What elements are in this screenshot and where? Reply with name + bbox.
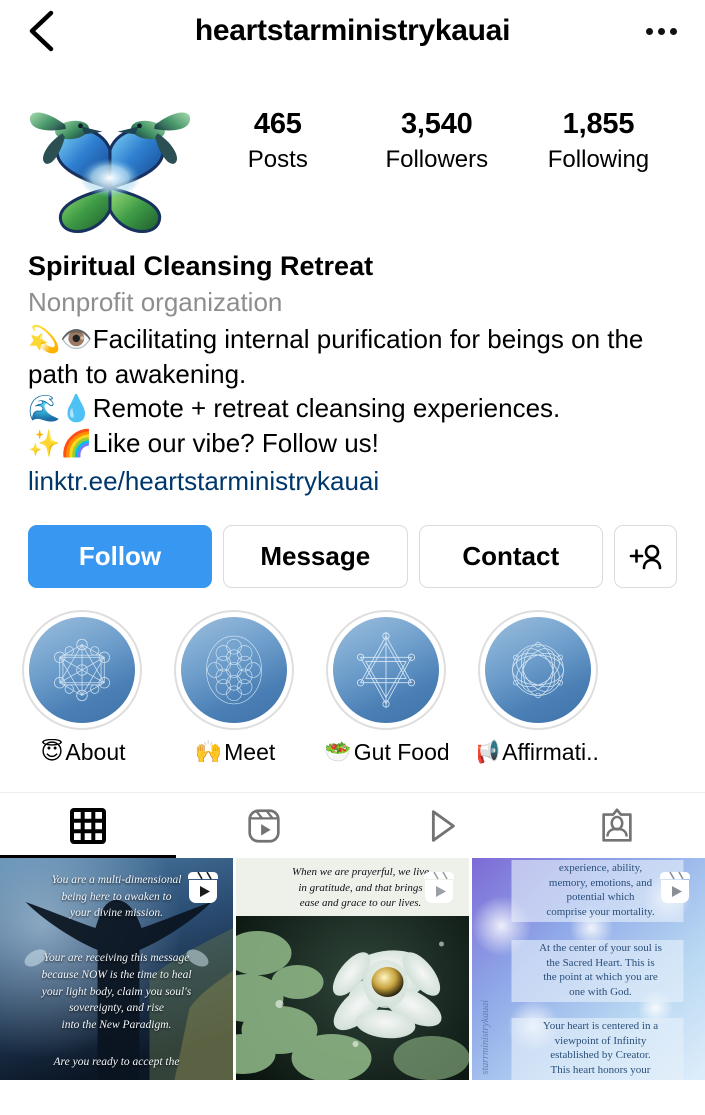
merkaba-star-icon (356, 632, 416, 709)
bio-line-2-text: Remote + retreat cleansing experiences. (92, 393, 561, 424)
sparkles-rainbow-emoji: ✨🌈 (28, 429, 93, 460)
contact-button[interactable]: Contact (418, 525, 603, 589)
seed-of-life-icon (512, 642, 564, 699)
salad-emoji: 🥗 (326, 740, 352, 766)
profile-stats: 465 Posts 3,540 Followers 1,855 Followin… (200, 86, 679, 176)
highlight-cover-merkaba-star (333, 617, 439, 724)
post-item-2[interactable]: When we are prayerful, we live in gratit… (236, 858, 469, 1081)
highlight-affirmations[interactable]: 📢 Affirmati... (478, 610, 600, 766)
app-header: heartstarministrykauai (0, 0, 705, 62)
account-category: Nonprofit organization (28, 287, 283, 318)
highlight-label-text: About (65, 739, 126, 766)
post-grid: You are a multi-dimensional being here t… (0, 858, 705, 1081)
profile-actions: Follow Message Contact (0, 499, 705, 589)
highlight-about[interactable]: 😇 About (22, 610, 144, 766)
following-count: 1,855 (562, 108, 635, 140)
reels-icon (248, 809, 281, 843)
bio-line-3-text: Like our vibe? Follow us! (92, 428, 379, 459)
instagram-profile-screen: heartstarministrykauai 465 Posts 3,540 F… (0, 0, 705, 1115)
message-button[interactable]: Message (223, 525, 408, 589)
sparkle-eye-emoji: 💫👁️ (28, 324, 93, 355)
highlight-label: 📢 Affirmati... (478, 739, 600, 766)
highlight-label-text: Meet (224, 739, 276, 766)
suggested-users-button[interactable] (614, 525, 677, 589)
metatrons-cube-icon (54, 639, 110, 702)
tab-igtv[interactable] (353, 793, 529, 858)
page-title: heartstarministrykauai (194, 14, 511, 47)
post-3-watermark: starrministrykauai (480, 999, 491, 1075)
bio-link[interactable]: linktr.ee/heartstarministrykauai (28, 463, 677, 499)
play-icon (431, 809, 455, 842)
highlight-ring (22, 610, 142, 731)
profile-bio: Spiritual Cleansing Retreat Nonprofit or… (0, 236, 705, 499)
bio-line-1-text: Facilitating internal purification for b… (28, 323, 644, 389)
highlight-ring (174, 610, 294, 731)
reels-badge-icon (660, 871, 690, 904)
avatar[interactable] (26, 86, 194, 236)
post-item-3[interactable]: experience, ability, memory, emotions, a… (472, 858, 705, 1081)
reels-badge-icon (424, 871, 454, 904)
angel-emoji: 😇 (40, 740, 64, 766)
stat-following[interactable]: 1,855 Following (548, 108, 649, 176)
grid-icon (70, 807, 107, 844)
highlight-gut-food[interactable]: 🥗 Gut Food (326, 610, 448, 766)
stat-posts[interactable]: 465 Posts (230, 108, 326, 176)
reels-badge-icon (188, 871, 218, 904)
highlight-meet[interactable]: 🙌 Meet (174, 610, 296, 766)
wave-droplet-emoji: 🌊💧 (28, 394, 93, 425)
profile-summary: 465 Posts 3,540 Followers 1,855 Followin… (0, 62, 705, 236)
flower-of-life-icon (206, 635, 262, 705)
story-highlights: 😇 About 🙌 Meet 🥗 Gut Food 📢 Affirmati... (0, 588, 705, 766)
megaphone-emoji: 📢 (478, 740, 501, 766)
bio-line-1: 💫👁️Facilitating internal purification fo… (28, 322, 677, 392)
tab-grid[interactable] (0, 793, 176, 858)
chevron-left-icon (29, 10, 54, 52)
highlight-label-text: Gut Food (353, 739, 448, 766)
highlight-label: 🥗 Gut Food (326, 739, 448, 766)
highlight-ring (326, 610, 446, 731)
back-button[interactable] (22, 10, 62, 52)
profile-tabs (0, 792, 705, 859)
bio-line-3: ✨🌈Like our vibe? Follow us! (28, 426, 677, 461)
highlight-label-text: Affirmati... (502, 739, 600, 766)
followers-count: 3,540 (401, 108, 473, 140)
highlight-cover-seed-of-life (485, 617, 591, 724)
add-person-icon (629, 544, 661, 569)
raised-hands-emoji: 🙌 (194, 740, 223, 766)
tab-tagged[interactable] (529, 793, 705, 858)
more-options-button[interactable] (639, 11, 683, 51)
highlight-cover-metatrons-cube (29, 617, 135, 724)
stat-followers[interactable]: 3,540 Followers (385, 108, 488, 176)
tab-reels[interactable] (176, 793, 352, 858)
following-label: Following (547, 146, 650, 174)
highlight-label: 🙌 Meet (174, 739, 296, 766)
highlight-cover-flower-of-life (181, 617, 287, 724)
followers-label: Followers (385, 146, 489, 174)
posts-count: 465 (253, 108, 302, 140)
display-name: Spiritual Cleansing Retreat (28, 251, 374, 281)
posts-label: Posts (247, 146, 308, 174)
follow-button[interactable]: Follow (28, 525, 212, 589)
post-item-1[interactable]: You are a multi-dimensional being here t… (0, 858, 233, 1081)
more-options-icon (645, 27, 653, 35)
highlight-label: 😇 About (22, 739, 144, 766)
bio-line-2: 🌊💧Remote + retreat cleansing experiences… (28, 391, 677, 426)
heart-star-hummingbird-logo-icon (29, 112, 191, 233)
tagged-person-icon (602, 808, 632, 842)
highlight-ring (478, 610, 598, 731)
